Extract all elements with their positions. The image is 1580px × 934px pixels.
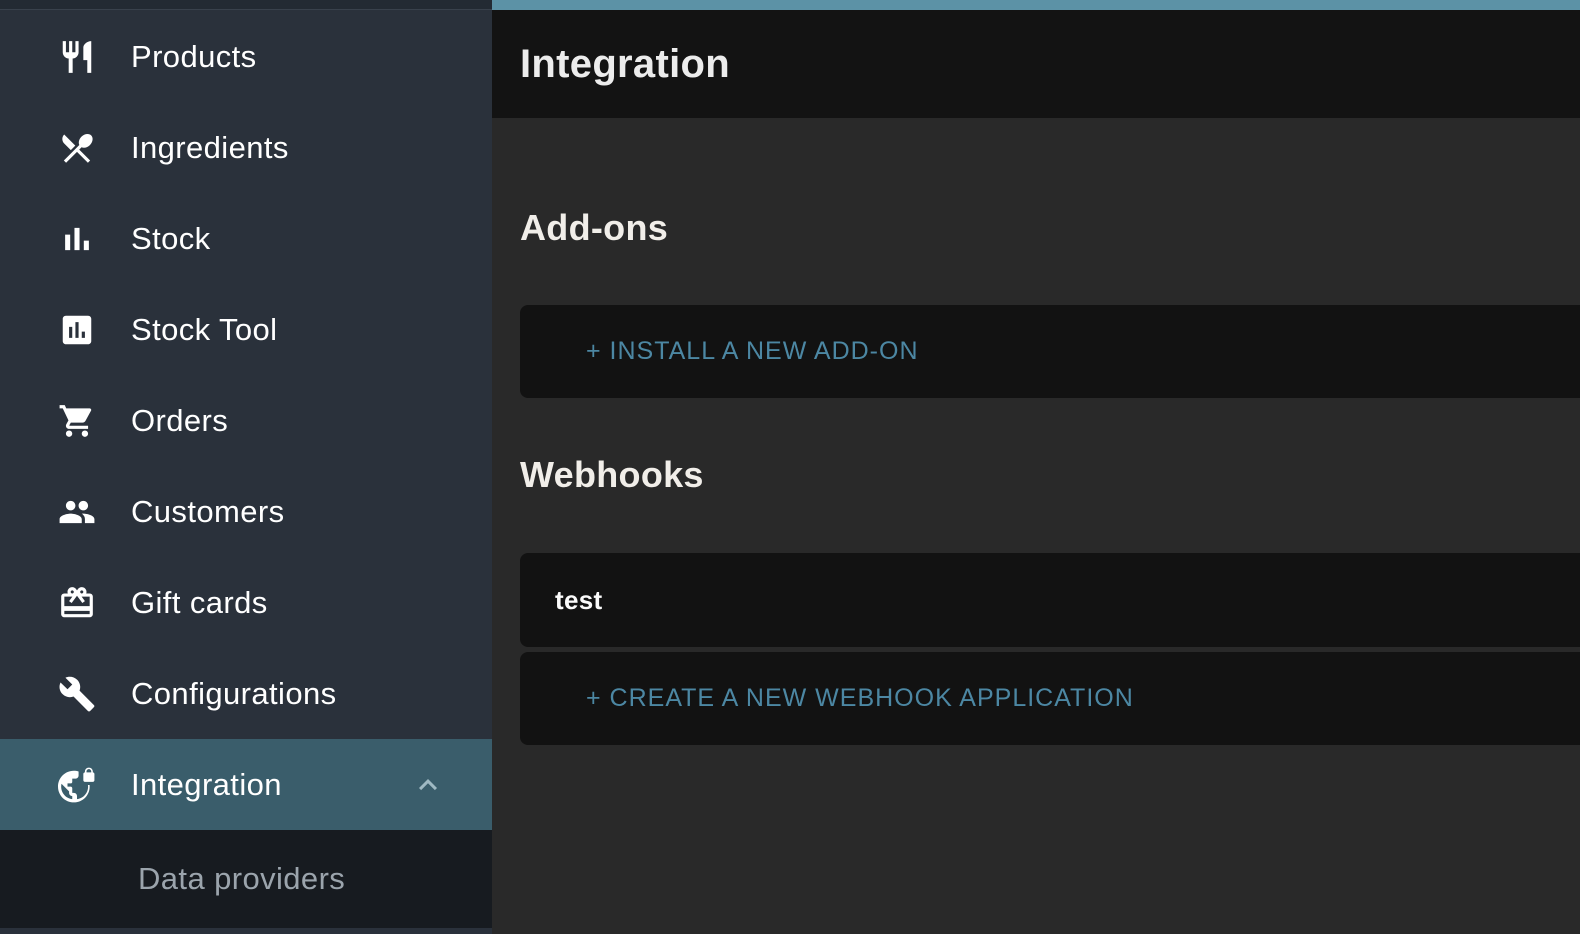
sidebar-item-label: Orders: [131, 403, 228, 439]
sidebar-item-data-providers[interactable]: Data providers: [0, 830, 492, 928]
webhook-list-item[interactable]: test: [520, 553, 1580, 647]
sidebar-item-label: Stock Tool: [131, 312, 277, 348]
page-content: Add-ons + INSTALL A NEW ADD-ON Webhooks …: [492, 206, 1580, 745]
sidebar-item-ingredients[interactable]: Ingredients: [0, 102, 492, 193]
chevron-up-icon[interactable]: [410, 767, 446, 803]
bar-chart-icon: [58, 220, 96, 258]
install-add-on-link[interactable]: + INSTALL A NEW ADD-ON: [520, 337, 919, 366]
page-title: Integration: [520, 42, 730, 87]
sidebar-item-integration[interactable]: Integration: [0, 739, 492, 830]
sidebar-top-strip: [0, 0, 492, 10]
sidebar-item-label: Customers: [131, 494, 284, 530]
sidebar-item-label: Stock: [131, 221, 211, 257]
page-header: Integration: [492, 10, 1580, 118]
sidebar-item-products[interactable]: Products: [0, 11, 492, 102]
people-icon: [58, 493, 96, 531]
fork-spoon-crossed-icon: [58, 129, 96, 167]
sidebar-nav: Products Ingredients Stock Stock Tool: [0, 10, 492, 928]
sidebar-item-label: Configurations: [131, 676, 337, 712]
sidebar-item-label: Gift cards: [131, 585, 268, 621]
accent-top-bar: [492, 0, 1580, 10]
restaurant-icon: [58, 38, 96, 76]
sidebar-item-customers[interactable]: Customers: [0, 466, 492, 557]
app-window: Products Ingredients Stock Stock Tool: [0, 0, 1580, 934]
create-webhook-link[interactable]: + CREATE A NEW WEBHOOK APPLICATION: [520, 684, 1134, 713]
globe-lock-icon: [58, 766, 96, 804]
create-webhook-row[interactable]: + CREATE A NEW WEBHOOK APPLICATION: [520, 652, 1580, 745]
sidebar-subitem-label: Data providers: [138, 861, 345, 897]
sidebar-item-orders[interactable]: Orders: [0, 375, 492, 466]
section-heading-webhooks: Webhooks: [520, 453, 1580, 497]
sidebar-item-gift-cards[interactable]: Gift cards: [0, 557, 492, 648]
wrench-icon: [58, 675, 96, 713]
sidebar-item-label: Products: [131, 39, 257, 75]
sidebar-item-stock[interactable]: Stock: [0, 193, 492, 284]
main-area: Integration Add-ons + INSTALL A NEW ADD-…: [492, 0, 1580, 934]
shopping-cart-icon: [58, 402, 96, 440]
sidebar-item-label: Ingredients: [131, 130, 289, 166]
sidebar-item-configurations[interactable]: Configurations: [0, 648, 492, 739]
section-heading-add-ons: Add-ons: [520, 206, 1580, 250]
install-add-on-row[interactable]: + INSTALL A NEW ADD-ON: [520, 305, 1580, 398]
sidebar-item-stock-tool[interactable]: Stock Tool: [0, 284, 492, 375]
webhook-name: test: [520, 585, 602, 616]
gift-card-icon: [58, 584, 96, 622]
assessment-icon: [58, 311, 96, 349]
sidebar: Products Ingredients Stock Stock Tool: [0, 0, 492, 934]
sidebar-item-label: Integration: [131, 767, 282, 803]
